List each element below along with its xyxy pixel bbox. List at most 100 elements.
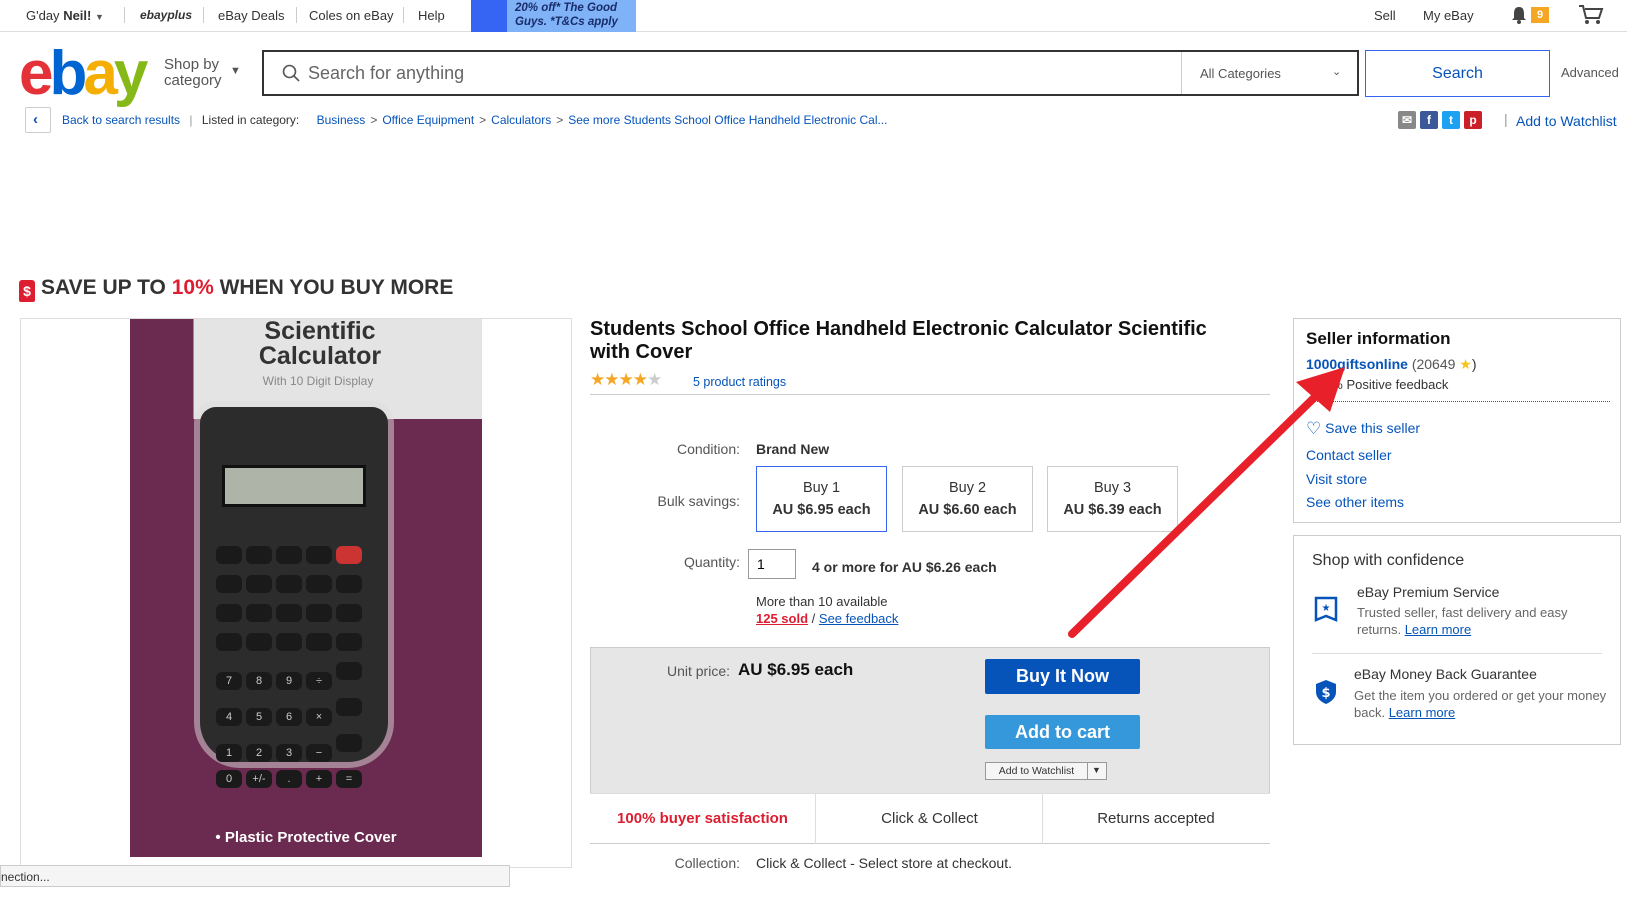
breadcrumb-item-see-more[interactable]: See more Students School Office Handheld… bbox=[568, 113, 887, 127]
buy-it-now-button[interactable]: Buy It Now bbox=[985, 659, 1140, 694]
help-link[interactable]: Help bbox=[418, 8, 445, 23]
sold-count-link[interactable]: 125 sold bbox=[756, 611, 808, 626]
coles-link[interactable]: Coles on eBay bbox=[309, 8, 394, 23]
cart-icon[interactable] bbox=[1578, 4, 1604, 29]
product-title: Students School Office Handheld Electron… bbox=[590, 318, 1207, 363]
share-icons: ✉ f t p bbox=[1398, 111, 1486, 129]
availability: More than 10 available bbox=[756, 594, 888, 609]
breadcrumb-item-business[interactable]: Business bbox=[317, 113, 366, 127]
star-empty-icon: ★ bbox=[647, 370, 662, 389]
shop-by-line-2: category bbox=[164, 72, 222, 89]
seller-summary: 1000giftsonline (20649 ★) bbox=[1306, 356, 1477, 373]
user-name: Neil! bbox=[63, 8, 92, 23]
chevron-left-icon: ‹ bbox=[33, 111, 38, 128]
confidence-heading: Shop with confidence bbox=[1312, 552, 1465, 569]
watchlist-dropdown[interactable]: ▼ bbox=[1087, 762, 1107, 780]
bulk-qty: Buy 1 bbox=[802, 480, 841, 496]
quantity-input[interactable] bbox=[748, 549, 796, 579]
promo-text: 20% off* The Good Guys. *T&Cs apply bbox=[515, 1, 618, 29]
ebay-plus-logo[interactable]: ebayplus bbox=[140, 8, 192, 22]
ebay-logo[interactable]: ebay bbox=[19, 43, 148, 105]
save-banner-post: WHEN YOU BUY MORE bbox=[219, 276, 454, 299]
email-icon[interactable]: ✉ bbox=[1398, 111, 1416, 129]
search-icon bbox=[282, 64, 300, 85]
contact-seller-link[interactable]: Contact seller bbox=[1306, 447, 1392, 463]
greeting-text: G'day bbox=[26, 8, 60, 23]
money-back-shield-icon: $ bbox=[1314, 678, 1338, 709]
mbg-title: eBay Money Back Guarantee bbox=[1354, 666, 1537, 682]
bulk-option-buy-1[interactable]: Buy 1 AU $6.95 each bbox=[756, 466, 887, 532]
notification-badge: 9 bbox=[1531, 7, 1549, 23]
browser-status-bar: nection... bbox=[0, 865, 510, 887]
divider bbox=[403, 7, 404, 23]
save-seller-link[interactable]: ♡ Save this seller bbox=[1306, 419, 1420, 439]
divider bbox=[124, 7, 125, 23]
promo-logo bbox=[471, 0, 507, 32]
pinterest-icon[interactable]: p bbox=[1464, 111, 1482, 129]
ebay-deals-link[interactable]: eBay Deals bbox=[218, 8, 284, 23]
premium-service-icon: ★ bbox=[1314, 596, 1338, 627]
seller-feedback: 99.9% Positive feedback bbox=[1306, 377, 1449, 392]
twitter-icon[interactable]: t bbox=[1442, 111, 1460, 129]
save-banner: $ SAVE UP TO 10% WHEN YOU BUY MORE bbox=[19, 276, 453, 302]
product-image-panel[interactable]: Scientific Calculator With 10 Digit Displ… bbox=[20, 318, 572, 868]
bulk-savings-label: Bulk savings: bbox=[657, 493, 740, 509]
chevron-down-icon: ▼ bbox=[1092, 765, 1101, 775]
bulk-price: AU $6.95 each bbox=[772, 502, 871, 518]
premium-learn-more-link[interactable]: Learn more bbox=[1405, 622, 1471, 637]
product-ratings-link[interactable]: 5 product ratings bbox=[693, 375, 786, 389]
breadcrumb-item-calculators[interactable]: Calculators bbox=[491, 113, 551, 127]
see-other-items-link[interactable]: See other items bbox=[1306, 494, 1404, 510]
chevron-down-icon: ⌄ bbox=[1332, 66, 1342, 78]
add-to-watchlist-button[interactable]: Add to Watchlist bbox=[985, 762, 1088, 780]
collection-value: Click & Collect - Select store at checko… bbox=[756, 855, 1012, 871]
sell-link[interactable]: Sell bbox=[1374, 8, 1396, 23]
back-button[interactable]: ‹ bbox=[25, 107, 51, 133]
divider bbox=[1312, 653, 1602, 654]
condition-label: Condition: bbox=[676, 441, 740, 457]
seller-score: (20649 bbox=[1411, 356, 1456, 372]
calculator-graphic: 7 8 9 ÷ 4 5 6 × 1 2 3− 0 +/-. + = bbox=[200, 407, 388, 788]
divider bbox=[203, 7, 204, 23]
promo-banner[interactable]: 20% off* The Good Guys. *T&Cs apply bbox=[471, 0, 636, 32]
breadcrumb-separator: > bbox=[479, 113, 487, 127]
shop-by-category[interactable]: Shop by category ▼ bbox=[164, 57, 241, 89]
back-to-results-link[interactable]: Back to search results bbox=[62, 113, 180, 127]
top-nav-bar: G'day Neil! ▼ ebayplus eBay Deals Coles … bbox=[0, 0, 1627, 32]
bulk-option-buy-3[interactable]: Buy 3 AU $6.39 each bbox=[1047, 466, 1178, 532]
unit-price: AU $6.95 each bbox=[738, 660, 854, 679]
product-image: Scientific Calculator With 10 Digit Displ… bbox=[130, 319, 482, 857]
search-input[interactable] bbox=[308, 52, 1138, 94]
click-and-collect: Click & Collect bbox=[817, 794, 1043, 844]
breadcrumb-separator: > bbox=[556, 113, 564, 127]
add-to-cart-button[interactable]: Add to cart bbox=[985, 715, 1140, 749]
visit-store-link[interactable]: Visit store bbox=[1306, 471, 1367, 487]
breadcrumb: Back to search results | Listed in categ… bbox=[62, 113, 888, 127]
my-ebay-link[interactable]: My eBay bbox=[1423, 8, 1474, 23]
breadcrumb-separator: > bbox=[370, 113, 378, 127]
calculator-screen bbox=[222, 465, 366, 507]
save-banner-pre: SAVE UP TO bbox=[41, 276, 166, 299]
breadcrumb-item-office-equipment[interactable]: Office Equipment bbox=[382, 113, 474, 127]
category-select[interactable]: All Categories ⌄ bbox=[1181, 52, 1357, 94]
promo-line-2: Guys. *T&Cs apply bbox=[515, 16, 618, 28]
seller-name-link[interactable]: 1000giftsonline bbox=[1306, 356, 1408, 372]
returns-accepted: Returns accepted bbox=[1097, 810, 1215, 827]
see-feedback-link[interactable]: See feedback bbox=[819, 611, 899, 626]
price-tag-icon: $ bbox=[19, 280, 35, 302]
bulk-qty: Buy 3 bbox=[1093, 480, 1132, 496]
search-button[interactable]: Search bbox=[1365, 50, 1550, 97]
chevron-down-icon: ▼ bbox=[230, 65, 241, 77]
mbg-learn-more-link[interactable]: Learn more bbox=[1389, 705, 1455, 720]
advanced-search-link[interactable]: Advanced bbox=[1561, 65, 1619, 80]
promo-line-1: 20% off* The Good bbox=[515, 2, 618, 14]
listed-in-label: Listed in category: bbox=[201, 113, 300, 127]
svg-text:★: ★ bbox=[1322, 603, 1331, 614]
user-greeting[interactable]: G'day Neil! ▼ bbox=[26, 8, 104, 23]
add-to-watchlist-link[interactable]: Add to Watchlist bbox=[1516, 113, 1617, 129]
divider: | bbox=[189, 113, 193, 127]
facebook-icon[interactable]: f bbox=[1420, 111, 1438, 129]
seller-info-panel: Seller information 1000giftsonline (2064… bbox=[1293, 318, 1621, 523]
bulk-option-buy-2[interactable]: Buy 2 AU $6.60 each bbox=[902, 466, 1033, 532]
bell-icon[interactable] bbox=[1510, 6, 1528, 27]
